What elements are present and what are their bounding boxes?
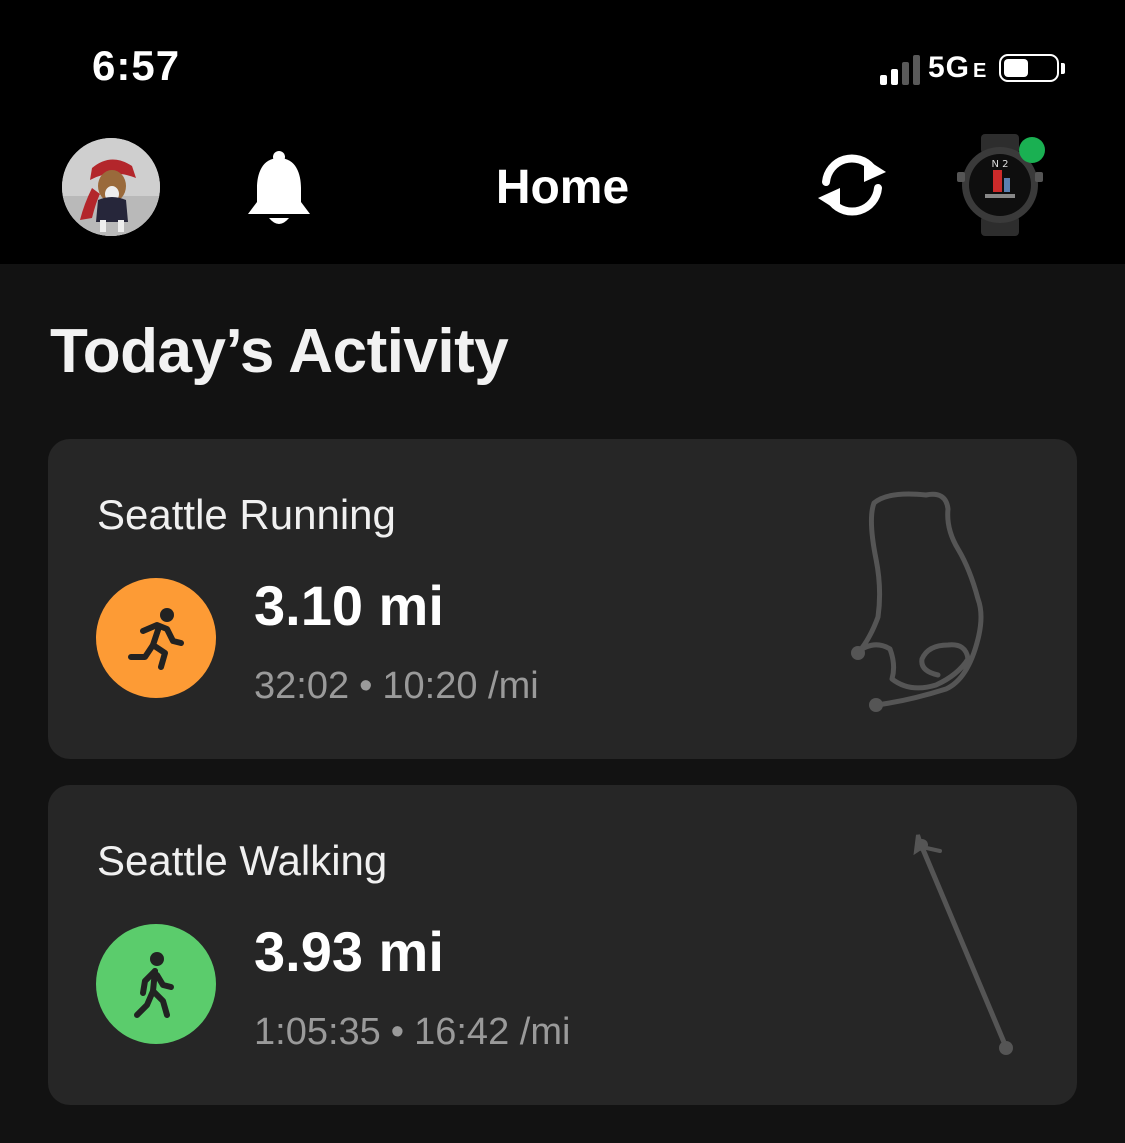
- activity-title: Seattle Running: [97, 491, 396, 538]
- route-map-thumbnail: [851, 491, 984, 712]
- activity-pace: 10:20 /mi: [382, 665, 539, 707]
- activity-stats: 1:05:35 • 16:42 /mi: [254, 1011, 570, 1054]
- svg-text:N 2: N 2: [991, 159, 1008, 170]
- sync-icon[interactable]: [810, 150, 894, 225]
- cellular-signal-icon: [880, 51, 920, 85]
- battery-cap: [1061, 62, 1066, 74]
- activity-distance: 3.10 mi: [254, 574, 444, 637]
- walking-icon: [96, 924, 216, 1044]
- battery-level: [1004, 59, 1029, 77]
- activity-duration: 1:05:35: [254, 1011, 381, 1053]
- status-indicators: 5G E: [880, 48, 1066, 88]
- activity-pace: 16:42 /mi: [414, 1011, 571, 1053]
- activity-card-running[interactable]: Seattle Running 3.10 mi 32:02 • 10:20 /mi: [48, 439, 1077, 759]
- stat-separator: •: [390, 1011, 405, 1053]
- running-icon: [96, 578, 216, 698]
- battery-icon: [999, 54, 1060, 82]
- device-connected-indicator: [1019, 137, 1045, 163]
- section-title: Today’s Activity: [50, 317, 509, 386]
- activity-card-walking[interactable]: Seattle Walking 3.93 mi 1:05:35 • 16:42 /m…: [48, 785, 1077, 1105]
- route-map-thumbnail: [913, 834, 1013, 1055]
- activity-distance: 3.93 mi: [254, 920, 444, 983]
- activity-title: Seattle Walking: [97, 837, 388, 884]
- status-time: 6:57: [92, 42, 181, 89]
- activity-stats: 32:02 • 10:20 /mi: [254, 665, 539, 708]
- network-type: 5G E: [928, 51, 988, 84]
- header-bar: 6:57 5G E Home N 2: [0, 0, 1125, 264]
- stat-separator: •: [359, 665, 373, 707]
- activity-duration: 32:02: [254, 665, 350, 707]
